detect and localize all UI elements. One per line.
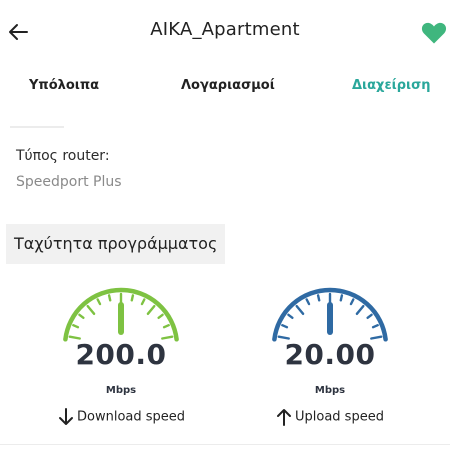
tab-bar: Υπόλοιπα Λογαριασμοί Διαχείριση [0,68,450,108]
page-title: AIKA_Apartment [150,19,300,40]
upload-speed-value: 20.00 [284,338,376,371]
gauge-tick [305,298,311,306]
gauge-tick [107,294,112,302]
router-type-value: Speedport Plus [16,174,122,190]
arrow-up-icon [277,409,291,426]
app-header: AIKA_Apartment [0,0,450,62]
divider [10,126,64,128]
gauge-tick [295,304,305,315]
upload-speed-label: Upload speed [295,409,384,425]
gauge-tick [371,324,379,329]
upload-speed-caption: Upload speed [276,408,384,430]
gauge-tick [355,304,365,315]
gauge-tick [316,294,321,302]
gauge-tick [140,298,146,306]
download-speed-unit: Mbps [105,385,137,396]
download-speed-caption: Download speed [58,408,185,430]
gauge-tick [281,324,289,329]
router-type-label: Τύπος router: [16,148,110,164]
gauge-tick [96,298,102,306]
gauge-tick [157,313,164,319]
download-speed-value: 200.0 [75,338,167,371]
gauge-tick [86,304,96,315]
tab-management[interactable]: Διαχείριση [352,78,431,93]
download-speed-gauge: 200.0 Mbps [59,284,183,396]
gauge-tick [78,313,85,319]
arrow-down-icon [59,408,73,425]
gauge-tick [146,304,156,315]
gauge-tick [339,294,344,302]
gauge-tick [349,298,355,306]
bottom-divider [0,444,450,445]
upload-speed-unit: Mbps [314,385,346,396]
gauge-tick [366,313,373,319]
gauge-tick [130,294,135,302]
download-speed-label: Download speed [77,409,186,425]
gauge-tick [162,324,170,329]
section-title-program-speed: Ταχύτητα προγράμματος [6,224,226,264]
favorite-heart-icon[interactable] [420,19,448,47]
gauge-tick [287,313,294,319]
upload-speed-gauge: 20.00 Mbps [268,284,392,396]
gauge-tick [72,324,80,329]
tab-bills[interactable]: Λογαριασμοί [181,78,275,93]
tab-balances[interactable]: Υπόλοιπα [29,78,99,93]
